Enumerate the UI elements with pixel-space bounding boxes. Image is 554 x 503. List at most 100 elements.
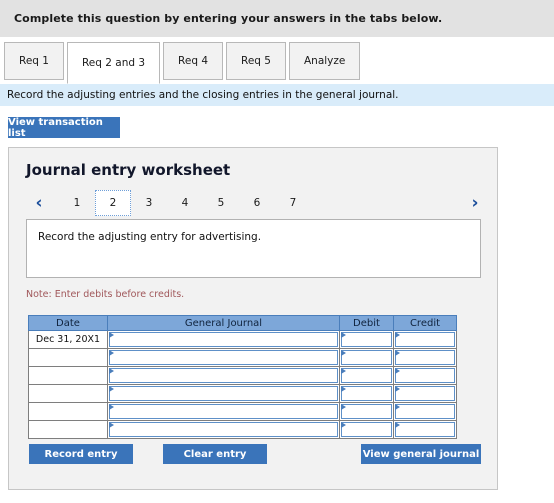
chevron-left-icon[interactable]: ‹ <box>29 192 49 214</box>
journal-entry-worksheet-panel: Journal entry worksheet ‹ 1234567 › Reco… <box>8 147 498 490</box>
pager-page-7[interactable]: 7 <box>275 190 311 216</box>
input-field[interactable] <box>109 404 338 419</box>
clear-entry-button[interactable]: Clear entry <box>163 444 267 464</box>
page-title: Journal entry worksheet <box>26 161 231 179</box>
table-row <box>28 402 457 421</box>
input-field[interactable] <box>109 332 338 347</box>
tab-req-5[interactable]: Req 5 <box>226 42 286 80</box>
view-general-journal-button[interactable]: View general journal <box>361 444 481 464</box>
tab-strip: Req 1 Req 2 and 3 Req 4 Req 5 Analyze <box>0 37 554 84</box>
table-header-row: Date General Journal Debit Credit <box>28 315 457 331</box>
pager-page-1[interactable]: 1 <box>59 190 95 216</box>
cell-credit-input[interactable] <box>393 420 457 439</box>
cell-debit-input[interactable] <box>339 348 394 367</box>
input-field[interactable] <box>395 404 455 419</box>
pager-page-2[interactable]: 2 <box>95 190 131 216</box>
dropdown-caret-icon[interactable] <box>395 332 400 338</box>
table-row <box>28 348 457 367</box>
input-field[interactable] <box>341 332 392 347</box>
cell-general-journal-input[interactable] <box>107 420 340 439</box>
cell-debit-input[interactable] <box>339 384 394 403</box>
dropdown-caret-icon[interactable] <box>341 368 346 374</box>
record-entry-button[interactable]: Record entry <box>29 444 133 464</box>
input-field[interactable] <box>341 422 392 437</box>
dropdown-caret-icon[interactable] <box>395 404 400 410</box>
cell-credit-input[interactable] <box>393 330 457 349</box>
input-field[interactable] <box>341 350 392 365</box>
worksheet-pager: ‹ 1234567 › <box>21 190 487 218</box>
debits-before-credits-note: Note: Enter debits before credits. <box>26 289 185 300</box>
dropdown-caret-icon[interactable] <box>341 350 346 356</box>
entry-instruction-box: Record the adjusting entry for advertisi… <box>26 219 481 278</box>
input-field[interactable] <box>109 368 338 383</box>
dropdown-caret-icon[interactable] <box>395 422 400 428</box>
cell-date <box>28 402 108 421</box>
pager-page-5[interactable]: 5 <box>203 190 239 216</box>
input-field[interactable] <box>341 386 392 401</box>
column-header-date: Date <box>28 315 108 331</box>
dropdown-caret-icon[interactable] <box>341 404 346 410</box>
cell-general-journal-input[interactable] <box>107 366 340 385</box>
dropdown-caret-icon[interactable] <box>341 386 346 392</box>
tab-label: Analyze <box>303 55 346 67</box>
input-field[interactable] <box>109 386 338 401</box>
cell-general-journal-input[interactable] <box>107 348 340 367</box>
tab-label: Req 4 <box>178 55 209 67</box>
tab-analyze[interactable]: Analyze <box>288 42 361 80</box>
column-header-credit: Credit <box>393 315 457 331</box>
input-field[interactable] <box>109 350 338 365</box>
tab-label: Req 1 <box>19 55 49 67</box>
dropdown-caret-icon[interactable] <box>109 332 114 338</box>
cell-date <box>28 384 108 403</box>
cell-date <box>28 366 108 385</box>
tab-req-1[interactable]: Req 1 <box>4 42 64 80</box>
cell-debit-input[interactable] <box>339 330 394 349</box>
cell-credit-input[interactable] <box>393 402 457 421</box>
cell-date: Dec 31, 20X1 <box>28 330 108 349</box>
cell-debit-input[interactable] <box>339 366 394 385</box>
dropdown-caret-icon[interactable] <box>395 386 400 392</box>
dropdown-caret-icon[interactable] <box>109 368 114 374</box>
cell-general-journal-input[interactable] <box>107 384 340 403</box>
tab-req-4[interactable]: Req 4 <box>163 42 224 80</box>
cell-credit-input[interactable] <box>393 366 457 385</box>
pager-page-3[interactable]: 3 <box>131 190 167 216</box>
table-row <box>28 420 457 439</box>
cell-general-journal-input[interactable] <box>107 402 340 421</box>
input-field[interactable] <box>395 368 455 383</box>
dropdown-caret-icon[interactable] <box>109 422 114 428</box>
cell-debit-input[interactable] <box>339 402 394 421</box>
cell-date <box>28 348 108 367</box>
tab-req-2-and-3[interactable]: Req 2 and 3 <box>66 42 161 84</box>
table-row: Dec 31, 20X1 <box>28 330 457 349</box>
input-field[interactable] <box>395 386 455 401</box>
top-instruction-text: Complete this question by entering your … <box>14 12 443 25</box>
input-field[interactable] <box>341 404 392 419</box>
cell-credit-input[interactable] <box>393 348 457 367</box>
dropdown-caret-icon[interactable] <box>341 422 346 428</box>
dropdown-caret-icon[interactable] <box>109 350 114 356</box>
cell-general-journal-input[interactable] <box>107 330 340 349</box>
input-field[interactable] <box>395 422 455 437</box>
input-field[interactable] <box>341 368 392 383</box>
cell-credit-input[interactable] <box>393 384 457 403</box>
dropdown-caret-icon[interactable] <box>395 350 400 356</box>
column-header-general-journal: General Journal <box>107 315 340 331</box>
cell-debit-input[interactable] <box>339 420 394 439</box>
input-field[interactable] <box>109 422 338 437</box>
chevron-right-icon[interactable]: › <box>465 192 485 214</box>
tab-label: Req 2 and 3 <box>81 57 146 69</box>
cell-date <box>28 420 108 439</box>
input-field[interactable] <box>395 350 455 365</box>
input-field[interactable] <box>395 332 455 347</box>
view-transaction-list-button[interactable]: View transaction list <box>8 117 120 139</box>
tab-label: Req 5 <box>241 55 271 67</box>
table-row <box>28 384 457 403</box>
pager-page-4[interactable]: 4 <box>167 190 203 216</box>
pager-page-6[interactable]: 6 <box>239 190 275 216</box>
top-instruction-bar: Complete this question by entering your … <box>0 0 554 37</box>
dropdown-caret-icon[interactable] <box>109 386 114 392</box>
dropdown-caret-icon[interactable] <box>109 404 114 410</box>
dropdown-caret-icon[interactable] <box>341 332 346 338</box>
dropdown-caret-icon[interactable] <box>395 368 400 374</box>
